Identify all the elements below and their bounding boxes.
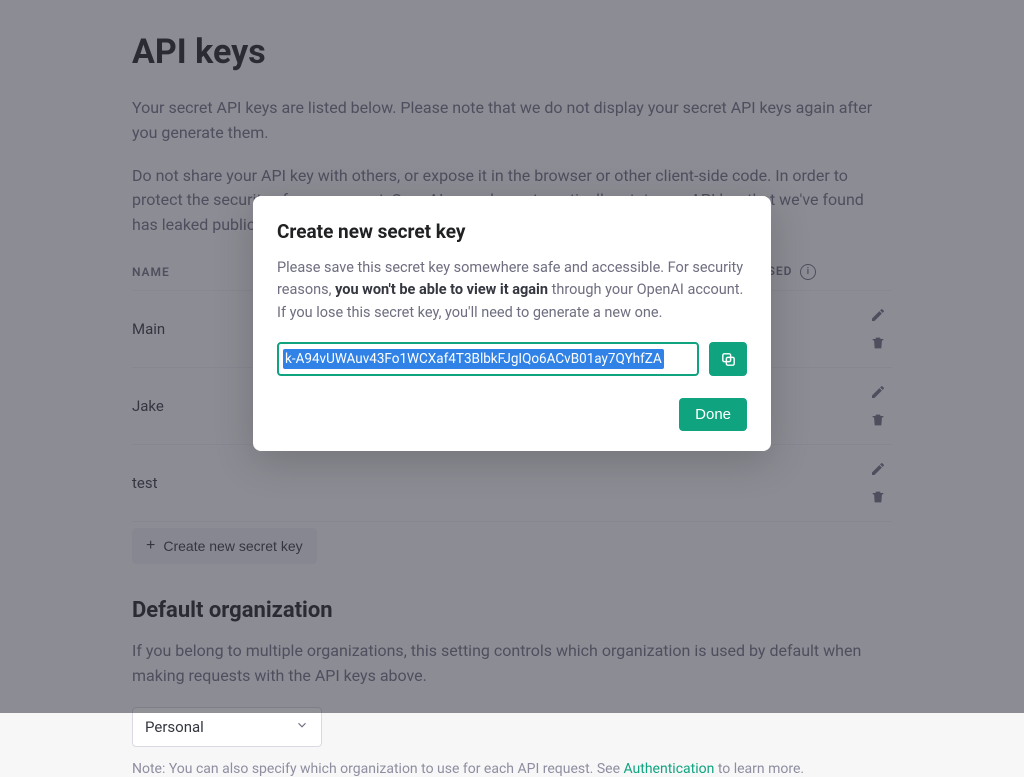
- done-button[interactable]: Done: [679, 398, 747, 431]
- org-note-prefix: Note: You can also specify which organiz…: [132, 761, 623, 777]
- modal-overlay[interactable]: Create new secret key Please save this s…: [0, 0, 1024, 713]
- copy-icon: [720, 351, 737, 368]
- org-note: Note: You can also specify which organiz…: [132, 761, 892, 777]
- authentication-link[interactable]: Authentication: [623, 761, 714, 777]
- chevron-down-icon: [295, 718, 309, 736]
- modal-title: Create new secret key: [277, 220, 747, 243]
- modal-body: Please save this secret key somewhere sa…: [277, 257, 747, 324]
- org-note-suffix: to learn more.: [714, 761, 804, 777]
- secret-key-value: k-A94vUWAuv43Fo1WCXaf4T3BlbkFJgIQo6ACvB0…: [283, 349, 664, 369]
- create-key-modal: Create new secret key Please save this s…: [253, 196, 771, 451]
- modal-body-strong: you won't be able to view it again: [335, 281, 548, 298]
- modal-actions: Done: [277, 398, 747, 431]
- copy-key-button[interactable]: [709, 342, 747, 376]
- secret-key-row: k-A94vUWAuv43Fo1WCXaf4T3BlbkFJgIQo6ACvB0…: [277, 342, 747, 376]
- secret-key-field[interactable]: k-A94vUWAuv43Fo1WCXaf4T3BlbkFJgIQo6ACvB0…: [277, 342, 699, 376]
- organization-selected: Personal: [145, 718, 204, 736]
